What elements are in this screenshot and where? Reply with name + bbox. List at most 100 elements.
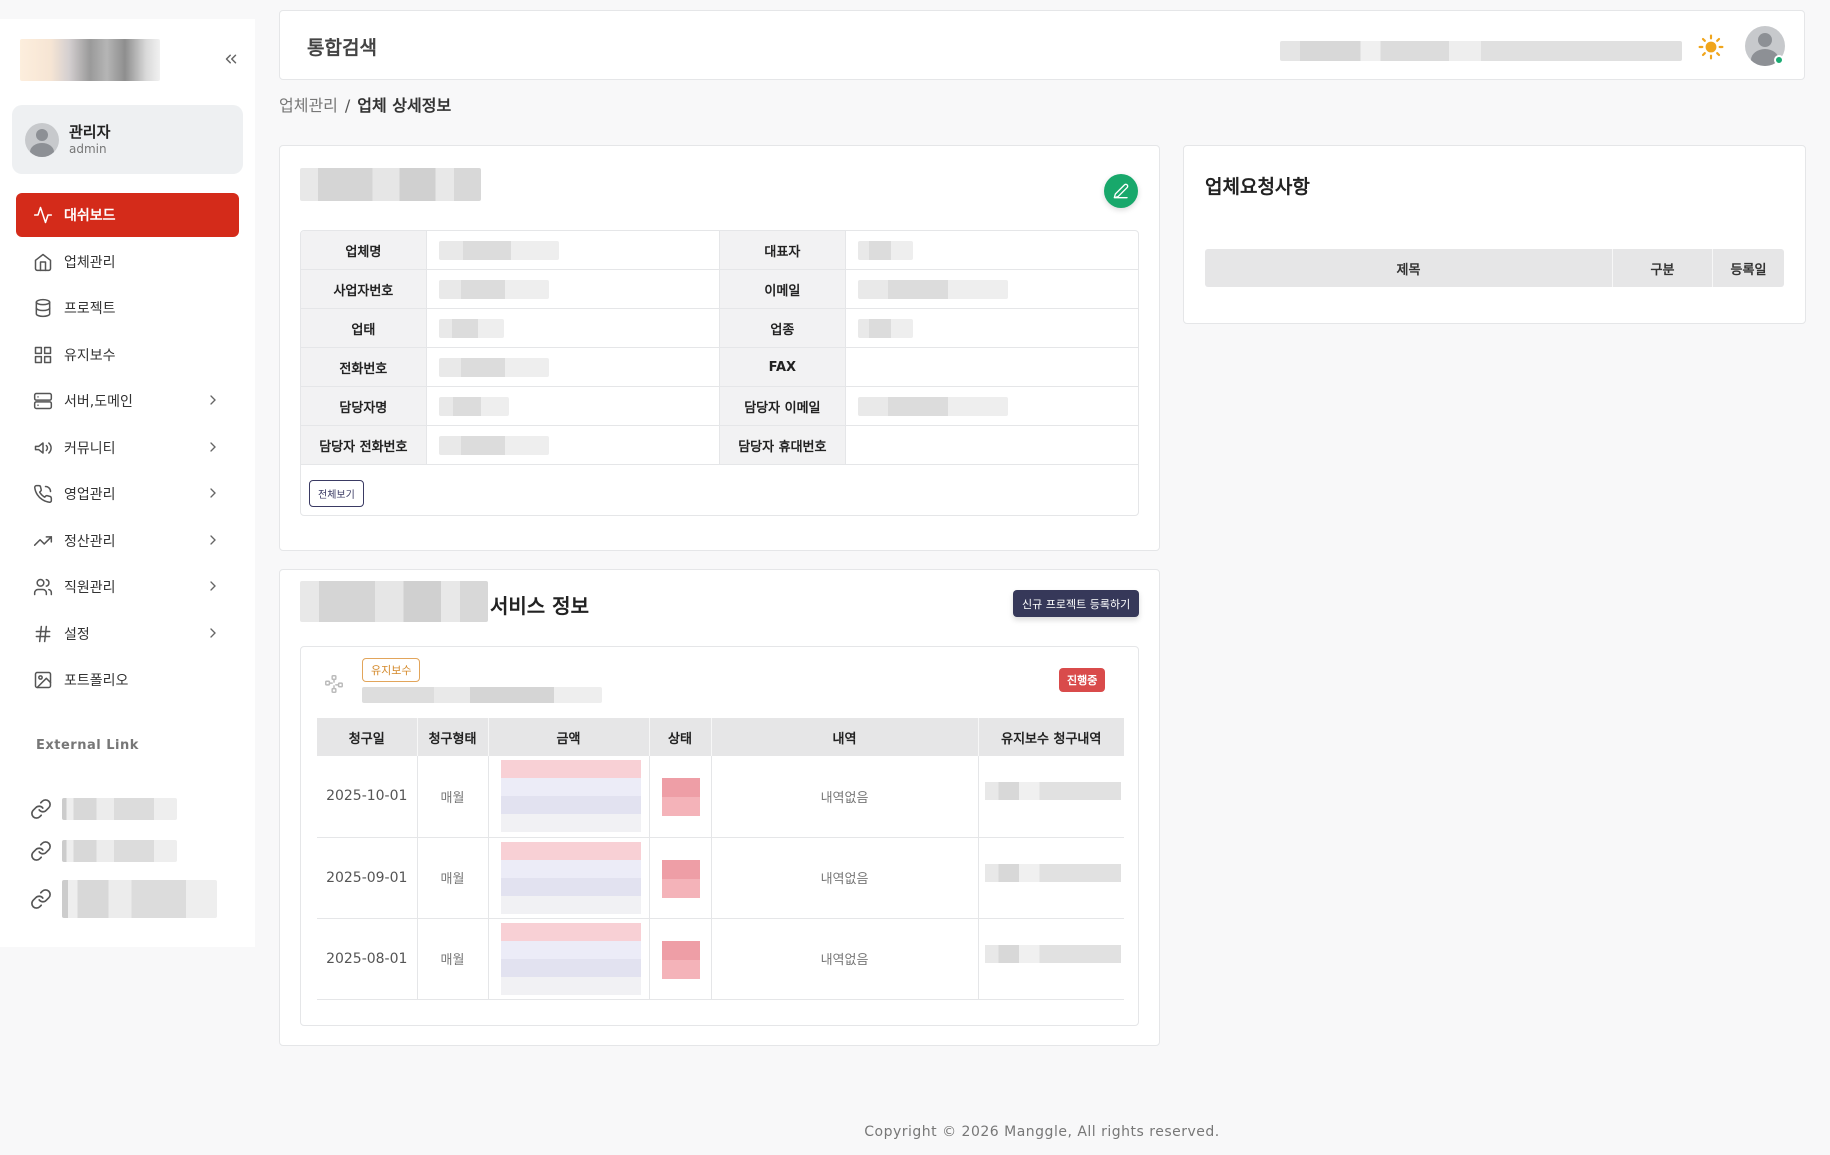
breadcrumb-separator: / bbox=[344, 96, 351, 115]
external-link-2[interactable] bbox=[30, 831, 230, 871]
col-history[interactable]: 내역 bbox=[711, 718, 979, 756]
view-all-button[interactable]: 전체보기 bbox=[309, 480, 364, 507]
chevron-right-icon bbox=[210, 488, 216, 498]
label-phone: 전화번호 bbox=[301, 348, 427, 386]
col-bill-date[interactable]: 청구일 bbox=[317, 718, 418, 756]
sidebar-item-8[interactable]: 직원관리 bbox=[16, 565, 239, 609]
col-title[interactable]: 제목 bbox=[1205, 249, 1613, 287]
label-manager-email: 담당자 이메일 bbox=[720, 387, 846, 425]
sidebar-item-0[interactable]: 대쉬보드 bbox=[16, 193, 239, 237]
new-project-button[interactable]: 신규 프로젝트 등록하기 bbox=[1013, 590, 1140, 617]
trending-up-icon bbox=[32, 530, 54, 552]
phone-icon bbox=[32, 483, 54, 505]
user-card[interactable]: 관리자 admin bbox=[12, 105, 243, 174]
table-row[interactable]: 2025-08-01 매월 내역없음 bbox=[317, 918, 1124, 1000]
col-category[interactable]: 구분 bbox=[1613, 249, 1713, 287]
chevron-right-icon bbox=[210, 441, 216, 452]
theme-toggle-button[interactable] bbox=[1697, 33, 1725, 61]
col-date[interactable]: 등록일 bbox=[1713, 249, 1784, 287]
top-header: 통합검색 bbox=[279, 10, 1805, 80]
sidebar-item-7[interactable]: 정산관리 bbox=[16, 519, 239, 563]
sidebar-item-label: 포트폴리오 bbox=[64, 673, 129, 689]
value-biz-item bbox=[846, 309, 1138, 347]
chevron-right-icon bbox=[210, 395, 216, 405]
breadcrumb-parent[interactable]: 업체관리 bbox=[279, 96, 338, 115]
label-ceo: 대표자 bbox=[720, 231, 846, 269]
bill-history: 내역없음 bbox=[711, 837, 979, 919]
service-info-card: 서비스 정보 신규 프로젝트 등록하기 유지보수 진행중 청구일 청구형태 금액… bbox=[279, 569, 1160, 1046]
table-row[interactable]: 2025-10-01 매월 내역없음 bbox=[317, 756, 1124, 838]
company-info-table: 업체명 대표자 사업자번호 이메일 업태 업종 전화번호 FAX 담당자명 담당… bbox=[300, 230, 1139, 516]
info-row: 사업자번호 이메일 bbox=[301, 270, 1138, 309]
grid-icon bbox=[32, 344, 54, 366]
bill-status bbox=[649, 837, 712, 919]
hashtag-grid-icon bbox=[325, 675, 343, 693]
company-title bbox=[300, 168, 481, 201]
link-icon bbox=[31, 799, 51, 819]
table-row[interactable]: 2025-09-01 매월 내역없음 bbox=[317, 837, 1124, 919]
sidebar-item-label: 설정 bbox=[64, 626, 90, 643]
sidebar-item-10[interactable]: 포트폴리오 bbox=[16, 658, 239, 702]
activity-icon bbox=[32, 204, 54, 226]
sidebar-item-3[interactable]: 유지보수 bbox=[16, 333, 239, 377]
value-fax bbox=[846, 348, 1138, 386]
col-bill-type[interactable]: 청구형태 bbox=[417, 718, 489, 756]
sidebar-item-9[interactable]: 설정 bbox=[16, 612, 239, 656]
info-table-footer: 전체보기 bbox=[301, 465, 1138, 515]
label-manager-phone: 담당자 전화번호 bbox=[301, 426, 427, 464]
sidebar-item-label: 대쉬보드 bbox=[64, 208, 116, 224]
requests-table-header: 제목 구분 등록일 bbox=[1205, 249, 1784, 287]
col-status[interactable]: 상태 bbox=[649, 718, 712, 756]
global-search-title[interactable]: 통합검색 bbox=[307, 33, 377, 60]
header-user-info bbox=[1280, 41, 1682, 61]
image-icon bbox=[32, 669, 54, 691]
service-description bbox=[362, 687, 602, 703]
label-biz-type: 업태 bbox=[301, 309, 427, 347]
value-phone bbox=[427, 348, 720, 386]
sidebar-item-2[interactable]: 프로젝트 bbox=[16, 286, 239, 330]
requests-title: 업체요청사항 bbox=[1205, 176, 1310, 198]
collapse-sidebar-button[interactable] bbox=[218, 46, 244, 72]
billing-table: 청구일 청구형태 금액 상태 내역 유지보수 청구내역 2025-10-01 매… bbox=[317, 718, 1124, 1000]
value-ceo bbox=[846, 231, 1138, 269]
bill-history: 내역없음 bbox=[711, 918, 979, 1000]
hash-icon bbox=[32, 623, 54, 645]
sidebar: 관리자 admin 대쉬보드업체관리 프로젝트유지보수서버,도메인 커뮤니티영업관리… bbox=[0, 19, 255, 947]
bill-date: 2025-09-01 bbox=[317, 837, 418, 919]
value-manager bbox=[427, 387, 720, 425]
sidebar-item-label: 유지보수 bbox=[64, 347, 116, 364]
company-info-card: 업체명 대표자 사업자번호 이메일 업태 업종 전화번호 FAX 담당자명 담당… bbox=[279, 145, 1160, 551]
link-icon bbox=[31, 889, 51, 909]
sidebar-item-label: 직원관리 bbox=[64, 580, 116, 596]
online-status-dot bbox=[1774, 55, 1784, 65]
sidebar-item-4[interactable]: 서버,도메인 bbox=[16, 379, 239, 423]
sidebar-item-label: 영업관리 bbox=[64, 487, 116, 503]
chevron-right-icon bbox=[210, 627, 216, 638]
sidebar-item-6[interactable]: 영업관리 bbox=[16, 472, 239, 516]
col-maintenance-history[interactable]: 유지보수 청구내역 bbox=[978, 718, 1124, 756]
pencil-icon bbox=[1113, 183, 1129, 199]
sidebar-item-label: 정산관리 bbox=[64, 533, 116, 550]
external-link-1[interactable] bbox=[30, 789, 230, 829]
bill-status bbox=[649, 918, 712, 1000]
value-email bbox=[846, 270, 1138, 308]
info-row: 업체명 대표자 bbox=[301, 231, 1138, 270]
users-icon bbox=[32, 576, 54, 598]
sidebar-item-1[interactable]: 업체관리 bbox=[16, 240, 239, 284]
edit-button[interactable] bbox=[1104, 174, 1138, 208]
value-manager-email bbox=[846, 387, 1138, 425]
sidebar-item-5[interactable]: 커뮤니티 bbox=[16, 426, 239, 470]
label-email: 이메일 bbox=[720, 270, 846, 308]
link-icon bbox=[31, 841, 51, 861]
external-link-label bbox=[62, 798, 177, 820]
col-amount[interactable]: 금액 bbox=[488, 718, 650, 756]
bill-amount bbox=[488, 756, 650, 838]
home-icon bbox=[32, 251, 54, 273]
label-company-name: 업체명 bbox=[301, 231, 427, 269]
avatar bbox=[25, 122, 59, 157]
external-link-label bbox=[62, 880, 217, 918]
logo[interactable] bbox=[20, 39, 160, 81]
value-manager-phone bbox=[427, 426, 720, 464]
bill-status bbox=[649, 756, 712, 838]
external-link-3[interactable] bbox=[30, 879, 230, 919]
